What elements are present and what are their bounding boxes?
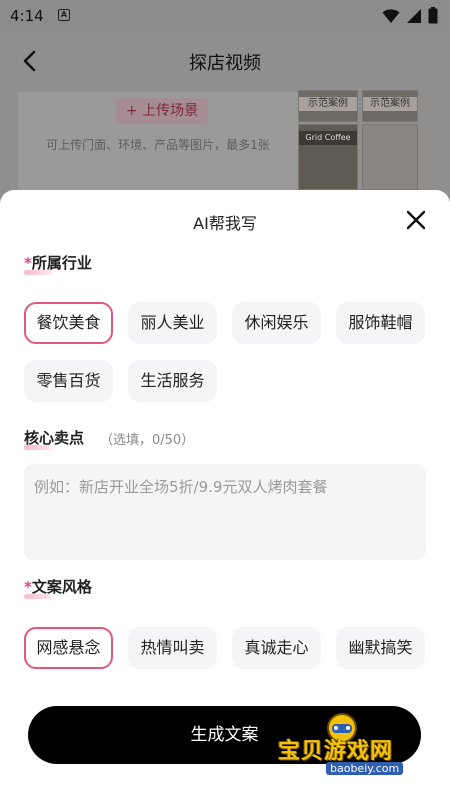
signal-icon (407, 8, 421, 23)
page-header: 探店视频 (0, 32, 450, 90)
notification-icon: A (58, 9, 70, 21)
selling-point-label: 核心卖点 (24, 427, 84, 450)
watermark-url: baobeiy.com (326, 762, 404, 775)
close-icon[interactable] (405, 209, 427, 231)
industry-label: *所属行业 (24, 252, 92, 275)
thumbnail-label: Grid Coffee (299, 131, 357, 145)
label-underline (24, 594, 52, 599)
example-thumbnail[interactable]: 示范案例 (298, 90, 358, 122)
upload-hint: 可上传门面、环境、产品等图片，最多1张 (46, 138, 270, 152)
industry-chip[interactable]: 餐饮美食 (24, 302, 113, 344)
status-time: 4:14 (10, 7, 44, 25)
selling-point-hint: （选填，0/50） (100, 433, 195, 448)
industry-chip[interactable]: 零售百货 (24, 360, 113, 402)
upload-card: + 上传场景 可上传门面、环境、产品等图片，最多1张 (18, 92, 298, 192)
wifi-icon (382, 8, 400, 23)
status-icons (382, 7, 438, 24)
label-underline (24, 445, 52, 450)
style-label: *文案风格 (24, 576, 92, 599)
style-chip[interactable]: 热情叫卖 (128, 627, 217, 669)
industry-chip[interactable]: 休闲娱乐 (232, 302, 321, 344)
sheet-title: AI帮我写 (193, 214, 257, 233)
example-thumbnail[interactable]: 示范案例 (362, 90, 418, 122)
industry-chip[interactable]: 服饰鞋帽 (336, 302, 425, 344)
label-underline (24, 270, 52, 275)
style-chip[interactable]: 网感悬念 (24, 627, 113, 669)
industry-chip[interactable]: 生活服务 (128, 360, 217, 402)
example-thumbnail[interactable]: Grid Coffee (298, 124, 358, 190)
status-bar: 4:14 A (0, 0, 450, 32)
upload-scene-button[interactable]: + 上传场景 (116, 98, 208, 124)
selling-point-input[interactable]: 例如：新店开业全场5折/9.9元双人烤肉套餐 (24, 464, 426, 560)
style-chip[interactable]: 真诚走心 (232, 627, 321, 669)
style-chip[interactable]: 幽默搞笑 (336, 627, 425, 669)
battery-icon (428, 7, 438, 24)
watermark-text: 宝贝游戏网 (278, 739, 394, 764)
thumbnail-label: 示范案例 (299, 97, 357, 111)
industry-chip[interactable]: 丽人美业 (128, 302, 217, 344)
thumbnail-label: 示范案例 (363, 97, 417, 111)
page-title: 探店视频 (189, 53, 261, 74)
example-thumbnail[interactable] (362, 124, 418, 190)
